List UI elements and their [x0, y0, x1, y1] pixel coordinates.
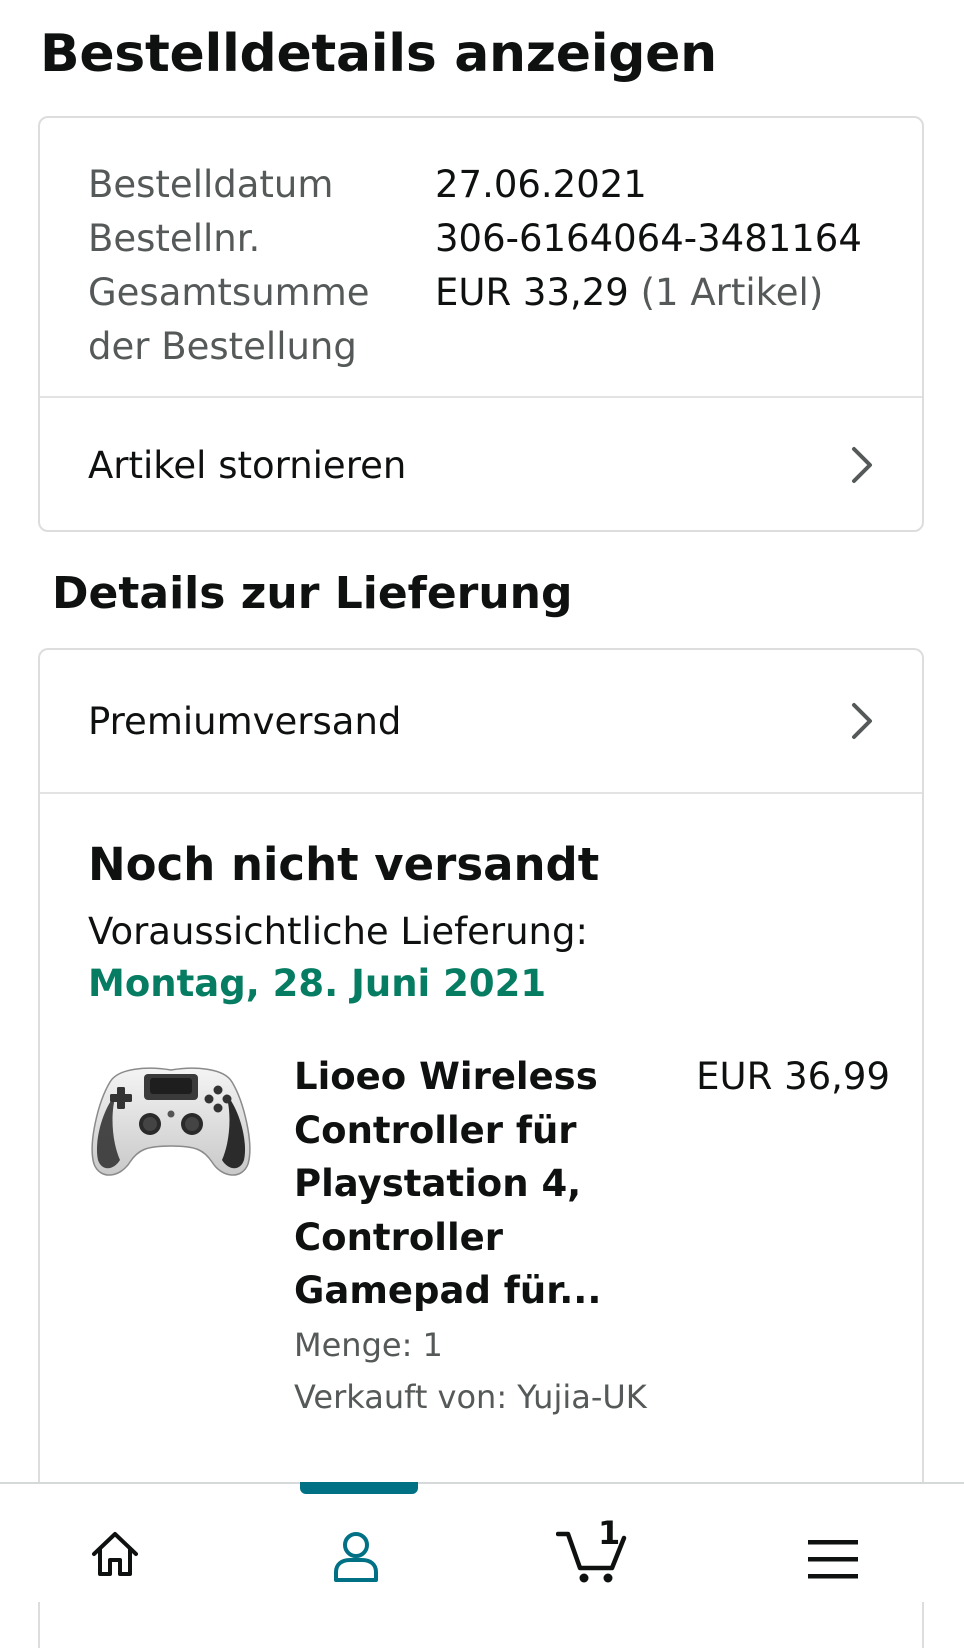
order-number-row: Bestellnr. 306-6164064-3481164 [88, 212, 862, 266]
order-number-value: 306-6164064-3481164 [435, 217, 862, 260]
product-title-line: Gamepad für... [294, 1269, 602, 1312]
order-total-value: EUR 33,29 (1 Artikel) [435, 266, 823, 374]
estimated-delivery-date: Montag, 28. Juni 2021 [88, 962, 547, 1005]
order-total-label-line1: Gesamtsumme [88, 271, 370, 314]
shipment-status: Noch nicht versandt [88, 838, 600, 891]
cart-icon[interactable] [556, 1528, 628, 1584]
product-image[interactable] [88, 1054, 254, 1184]
active-tab-indicator [300, 1482, 418, 1494]
product-title-line: Playstation 4, [294, 1162, 582, 1205]
order-date-value: 27.06.2021 [435, 163, 647, 206]
product-quantity: Menge: 1 [294, 1326, 443, 1364]
estimated-delivery-label: Voraussichtliche Lieferung: [88, 910, 588, 953]
order-summary-grid: Bestelldatum 27.06.2021 Bestellnr. 306-6… [88, 158, 862, 374]
divider [40, 792, 922, 794]
page-title: Bestelldetails anzeigen [40, 24, 717, 84]
delivery-section-title: Details zur Lieferung [52, 568, 573, 619]
order-number-label: Bestellnr. [88, 217, 261, 260]
product-price: EUR 36,99 [696, 1055, 890, 1098]
product-title-line: Controller [294, 1215, 503, 1259]
cancel-items-row[interactable]: Artikel stornieren [40, 398, 922, 532]
account-icon[interactable] [332, 1530, 380, 1582]
order-total-items: (1 Artikel) [640, 271, 824, 314]
order-total-label: Gesamtsumme der Bestellung [88, 266, 435, 374]
order-total-label-line2: der Bestellung [88, 325, 357, 368]
order-total-amount: EUR 33,29 [435, 271, 629, 314]
cancel-items-label: Artikel stornieren [88, 443, 407, 487]
chevron-right-icon [852, 447, 872, 483]
bottom-navigation-bar: 1 [0, 1482, 964, 1602]
order-total-row: Gesamtsumme der Bestellung EUR 33,29 (1 … [88, 266, 862, 374]
order-date-label: Bestelldatum [88, 163, 334, 206]
chevron-right-icon [852, 703, 872, 739]
order-date-row: Bestelldatum 27.06.2021 [88, 158, 862, 212]
shipping-method-label: Premiumversand [88, 699, 402, 743]
product-title-line: Controller für [294, 1108, 577, 1152]
menu-icon[interactable] [808, 1540, 858, 1580]
product-title-line: Lioeo Wireless [294, 1055, 598, 1098]
order-summary-card: Bestelldatum 27.06.2021 Bestellnr. 306-6… [38, 116, 924, 532]
home-icon[interactable] [90, 1530, 140, 1578]
shipping-method-row[interactable]: Premiumversand [40, 650, 922, 792]
product-title[interactable]: Lioeo Wireless Controller für Playstatio… [294, 1050, 634, 1318]
product-seller: Verkauft von: Yujia-UK [294, 1378, 647, 1416]
